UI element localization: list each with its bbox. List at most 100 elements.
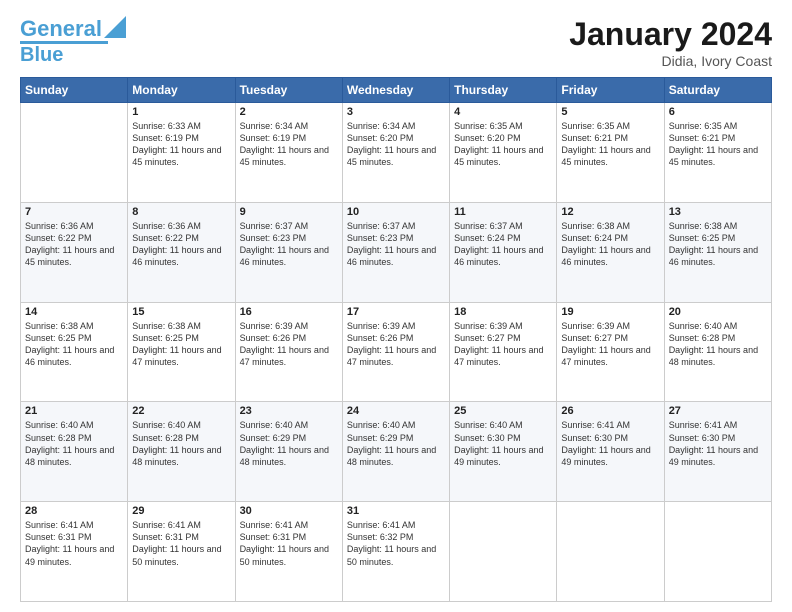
day-number: 30: [240, 505, 338, 517]
day-number: 14: [25, 306, 123, 318]
calendar-cell: 14 Sunrise: 6:38 AMSunset: 6:25 PMDayligh…: [21, 302, 128, 402]
day-number: 4: [454, 106, 552, 118]
day-number: 7: [25, 206, 123, 218]
cell-info: Sunrise: 6:39 AMSunset: 6:26 PMDaylight:…: [347, 320, 445, 369]
cell-info: Sunrise: 6:36 AMSunset: 6:22 PMDaylight:…: [132, 220, 230, 269]
day-number: 12: [561, 206, 659, 218]
calendar-table: SundayMondayTuesdayWednesdayThursdayFrid…: [20, 77, 772, 602]
calendar-cell: [21, 103, 128, 203]
cell-info: Sunrise: 6:38 AMSunset: 6:25 PMDaylight:…: [25, 320, 123, 369]
cell-info: Sunrise: 6:40 AMSunset: 6:28 PMDaylight:…: [25, 419, 123, 468]
calendar-cell: 17 Sunrise: 6:39 AMSunset: 6:26 PMDayligh…: [342, 302, 449, 402]
cell-info: Sunrise: 6:39 AMSunset: 6:26 PMDaylight:…: [240, 320, 338, 369]
cell-info: Sunrise: 6:36 AMSunset: 6:22 PMDaylight:…: [25, 220, 123, 269]
calendar-cell: 10 Sunrise: 6:37 AMSunset: 6:23 PMDayligh…: [342, 202, 449, 302]
calendar-header-row: SundayMondayTuesdayWednesdayThursdayFrid…: [21, 78, 772, 103]
day-number: 10: [347, 206, 445, 218]
calendar-week-row: 21Sunrise: 6:40 AMSunset: 6:28 PMDayligh…: [21, 402, 772, 502]
day-number: 1: [132, 106, 230, 118]
calendar-cell: 19Sunrise: 6:39 AMSunset: 6:27 PMDayligh…: [557, 302, 664, 402]
calendar-cell: 11 Sunrise: 6:37 AMSunset: 6:24 PMDayligh…: [450, 202, 557, 302]
logo-general: General: [20, 16, 102, 41]
cell-info: Sunrise: 6:41 AMSunset: 6:31 PMDaylight:…: [25, 519, 123, 568]
day-number: 13: [669, 206, 767, 218]
day-number: 16: [240, 306, 338, 318]
logo-blue: Blue: [20, 45, 63, 65]
day-number: 6: [669, 106, 767, 118]
calendar-cell: [450, 502, 557, 602]
cell-info: Sunrise: 6:38 AMSunset: 6:25 PMDaylight:…: [669, 220, 767, 269]
cell-info: Sunrise: 6:41 AMSunset: 6:31 PMDaylight:…: [132, 519, 230, 568]
calendar-cell: 31 Sunrise: 6:41 AMSunset: 6:32 PMDayligh…: [342, 502, 449, 602]
day-number: 5: [561, 106, 659, 118]
page: General Blue January 2024 Didia, Ivory C…: [0, 0, 792, 612]
cell-info: Sunrise: 6:41 AMSunset: 6:32 PMDaylight:…: [347, 519, 445, 568]
calendar-cell: 13 Sunrise: 6:38 AMSunset: 6:25 PMDayligh…: [664, 202, 771, 302]
day-number: 26: [561, 405, 659, 417]
calendar-cell: 3Sunrise: 6:34 AMSunset: 6:20 PMDaylight…: [342, 103, 449, 203]
title-area: January 2024 Didia, Ivory Coast: [569, 16, 772, 69]
calendar-cell: 26 Sunrise: 6:41 AMSunset: 6:30 PMDayligh…: [557, 402, 664, 502]
calendar-cell: [664, 502, 771, 602]
calendar-header-tuesday: Tuesday: [235, 78, 342, 103]
cell-info: Sunrise: 6:38 AMSunset: 6:24 PMDaylight:…: [561, 220, 659, 269]
cell-info: Sunrise: 6:41 AMSunset: 6:30 PMDaylight:…: [669, 419, 767, 468]
calendar-header-saturday: Saturday: [664, 78, 771, 103]
day-number: 24: [347, 405, 445, 417]
cell-info: Sunrise: 6:41 AMSunset: 6:30 PMDaylight:…: [561, 419, 659, 468]
cell-info: Sunrise: 6:35 AMSunset: 6:20 PMDaylight:…: [454, 120, 552, 169]
day-number: 27: [669, 405, 767, 417]
calendar-cell: 8 Sunrise: 6:36 AMSunset: 6:22 PMDaylight…: [128, 202, 235, 302]
day-number: 19: [561, 306, 659, 318]
calendar-cell: 27 Sunrise: 6:41 AMSunset: 6:30 PMDayligh…: [664, 402, 771, 502]
calendar-cell: 30 Sunrise: 6:41 AMSunset: 6:31 PMDayligh…: [235, 502, 342, 602]
day-number: 23: [240, 405, 338, 417]
cell-info: Sunrise: 6:35 AMSunset: 6:21 PMDaylight:…: [561, 120, 659, 169]
calendar-cell: 5 Sunrise: 6:35 AMSunset: 6:21 PMDaylight…: [557, 103, 664, 203]
day-number: 31: [347, 505, 445, 517]
cell-info: Sunrise: 6:40 AMSunset: 6:29 PMDaylight:…: [240, 419, 338, 468]
calendar-cell: 6Sunrise: 6:35 AMSunset: 6:21 PMDaylight…: [664, 103, 771, 203]
calendar-cell: 16 Sunrise: 6:39 AMSunset: 6:26 PMDayligh…: [235, 302, 342, 402]
cell-info: Sunrise: 6:34 AMSunset: 6:20 PMDaylight:…: [347, 120, 445, 169]
logo-triangle-icon: [104, 16, 126, 38]
location: Didia, Ivory Coast: [569, 53, 772, 69]
cell-info: Sunrise: 6:37 AMSunset: 6:23 PMDaylight:…: [347, 220, 445, 269]
calendar-cell: 7 Sunrise: 6:36 AMSunset: 6:22 PMDaylight…: [21, 202, 128, 302]
calendar-cell: 24 Sunrise: 6:40 AMSunset: 6:29 PMDayligh…: [342, 402, 449, 502]
calendar-week-row: 14 Sunrise: 6:38 AMSunset: 6:25 PMDayligh…: [21, 302, 772, 402]
day-number: 29: [132, 505, 230, 517]
day-number: 17: [347, 306, 445, 318]
calendar-cell: [557, 502, 664, 602]
calendar-cell: 28Sunrise: 6:41 AMSunset: 6:31 PMDayligh…: [21, 502, 128, 602]
month-year: January 2024: [569, 16, 772, 53]
day-number: 2: [240, 106, 338, 118]
calendar-header-friday: Friday: [557, 78, 664, 103]
day-number: 8: [132, 206, 230, 218]
calendar-cell: 21Sunrise: 6:40 AMSunset: 6:28 PMDayligh…: [21, 402, 128, 502]
calendar-cell: 25Sunrise: 6:40 AMSunset: 6:30 PMDayligh…: [450, 402, 557, 502]
cell-info: Sunrise: 6:33 AMSunset: 6:19 PMDaylight:…: [132, 120, 230, 169]
cell-info: Sunrise: 6:40 AMSunset: 6:29 PMDaylight:…: [347, 419, 445, 468]
calendar-cell: 18Sunrise: 6:39 AMSunset: 6:27 PMDayligh…: [450, 302, 557, 402]
logo: General Blue: [20, 16, 126, 65]
day-number: 18: [454, 306, 552, 318]
calendar-cell: 2Sunrise: 6:34 AMSunset: 6:19 PMDaylight…: [235, 103, 342, 203]
calendar-week-row: 28Sunrise: 6:41 AMSunset: 6:31 PMDayligh…: [21, 502, 772, 602]
day-number: 11: [454, 206, 552, 218]
calendar-cell: 9 Sunrise: 6:37 AMSunset: 6:23 PMDaylight…: [235, 202, 342, 302]
cell-info: Sunrise: 6:41 AMSunset: 6:31 PMDaylight:…: [240, 519, 338, 568]
calendar-cell: 22 Sunrise: 6:40 AMSunset: 6:28 PMDayligh…: [128, 402, 235, 502]
day-number: 25: [454, 405, 552, 417]
day-number: 22: [132, 405, 230, 417]
header: General Blue January 2024 Didia, Ivory C…: [20, 16, 772, 69]
calendar-cell: 23 Sunrise: 6:40 AMSunset: 6:29 PMDayligh…: [235, 402, 342, 502]
calendar-cell: 1 Sunrise: 6:33 AMSunset: 6:19 PMDaylight…: [128, 103, 235, 203]
cell-info: Sunrise: 6:38 AMSunset: 6:25 PMDaylight:…: [132, 320, 230, 369]
day-number: 15: [132, 306, 230, 318]
day-number: 9: [240, 206, 338, 218]
cell-info: Sunrise: 6:37 AMSunset: 6:23 PMDaylight:…: [240, 220, 338, 269]
logo-text: General: [20, 18, 102, 40]
cell-info: Sunrise: 6:37 AMSunset: 6:24 PMDaylight:…: [454, 220, 552, 269]
cell-info: Sunrise: 6:40 AMSunset: 6:28 PMDaylight:…: [132, 419, 230, 468]
